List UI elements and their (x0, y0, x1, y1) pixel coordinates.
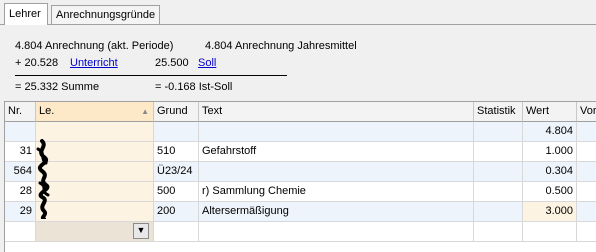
summe-value: = 25.332 Summe (15, 81, 100, 93)
col-header-statistik[interactable]: Statistik (474, 102, 523, 122)
col-header-vor[interactable]: Vor (577, 102, 596, 122)
cell-statistik-new[interactable] (474, 222, 523, 242)
cell-vor-new[interactable] (577, 222, 596, 242)
cell-grund[interactable]: 200 (154, 202, 199, 222)
cell-grund-new[interactable] (154, 222, 199, 242)
cell-wert-new[interactable] (523, 222, 577, 242)
cell-statistik[interactable] (474, 142, 523, 162)
new-row[interactable]: ▼ (5, 222, 596, 242)
totals-vor (577, 122, 596, 142)
grid-header: Nr. Le. ▲ Grund Text Statistik Wert Vor (5, 102, 596, 122)
cell-text[interactable] (199, 162, 474, 182)
sum-divider (15, 75, 287, 76)
table-row[interactable]: 564 Ü23/24 0.304 (5, 162, 596, 182)
cell-wert[interactable]: 0.304 (523, 162, 577, 182)
summary-panel: 4.804 Anrechnung (akt. Periode) 4.804 An… (0, 25, 596, 98)
totals-wert: 4.804 (523, 122, 577, 142)
anrechnung-jahresmittel: 4.804 Anrechnung Jahresmittel (205, 40, 357, 52)
cell-vor[interactable] (577, 182, 596, 202)
totals-text (199, 122, 474, 142)
cell-statistik[interactable] (474, 182, 523, 202)
table-row[interactable]: 28 500 r) Sammlung Chemie 0.500 (5, 182, 596, 202)
col-header-wert[interactable]: Wert (523, 102, 577, 122)
tab-anrechnungsgruende[interactable]: Anrechnungsgründe (51, 5, 160, 24)
cell-text[interactable]: Gefahrstoff (199, 142, 474, 162)
cell-wert[interactable]: 3.000 (523, 202, 577, 222)
cell-text-new[interactable] (199, 222, 474, 242)
col-header-grund[interactable]: Grund (154, 102, 199, 122)
chevron-down-icon[interactable]: ▼ (133, 223, 149, 239)
anrechnung-grid: Nr. Le. ▲ Grund Text Statistik Wert Vor … (4, 101, 596, 252)
col-header-le[interactable]: Le. ▲ (36, 102, 154, 122)
tab-lehrer[interactable]: Lehrer (4, 3, 48, 25)
soll-value: 25.500 (155, 57, 189, 69)
totals-grund (154, 122, 199, 142)
cell-text[interactable]: Altersermäßigung (199, 202, 474, 222)
cell-nr-new[interactable] (5, 222, 36, 242)
anrechnung-aktuell: 4.804 Anrechnung (akt. Periode) (15, 40, 174, 52)
cell-vor[interactable] (577, 142, 596, 162)
cell-wert[interactable]: 0.500 (523, 182, 577, 202)
totals-statistik (474, 122, 523, 142)
cell-statistik[interactable] (474, 202, 523, 222)
cell-vor[interactable] (577, 162, 596, 182)
unterricht-link[interactable]: Unterricht (70, 57, 118, 69)
col-header-text[interactable]: Text (199, 102, 474, 122)
col-header-le-label: Le. (39, 105, 55, 117)
cell-vor[interactable] (577, 202, 596, 222)
tab-strip: Lehrer Anrechnungsgründe (0, 0, 596, 25)
sort-icon: ▲ (141, 107, 149, 116)
le-dropdown[interactable]: ▼ (36, 222, 154, 242)
soll-link[interactable]: Soll (198, 57, 216, 69)
cell-grund[interactable]: 500 (154, 182, 199, 202)
ist-soll-value: = -0.168 Ist-Soll (155, 81, 233, 93)
redaction-scribble (36, 139, 50, 219)
totals-row: 4.804 (5, 122, 596, 142)
cell-grund[interactable]: 510 (154, 142, 199, 162)
cell-statistik[interactable] (474, 162, 523, 182)
cell-grund[interactable]: Ü23/24 (154, 162, 199, 182)
table-row[interactable]: 31 510 Gefahrstoff 1.000 (5, 142, 596, 162)
col-header-nr[interactable]: Nr. (5, 102, 36, 122)
cell-wert[interactable]: 1.000 (523, 142, 577, 162)
table-row[interactable]: 29 200 Altersermäßigung 3.000 (5, 202, 596, 222)
unterricht-value: + 20.528 (15, 57, 59, 69)
cell-text[interactable]: r) Sammlung Chemie (199, 182, 474, 202)
